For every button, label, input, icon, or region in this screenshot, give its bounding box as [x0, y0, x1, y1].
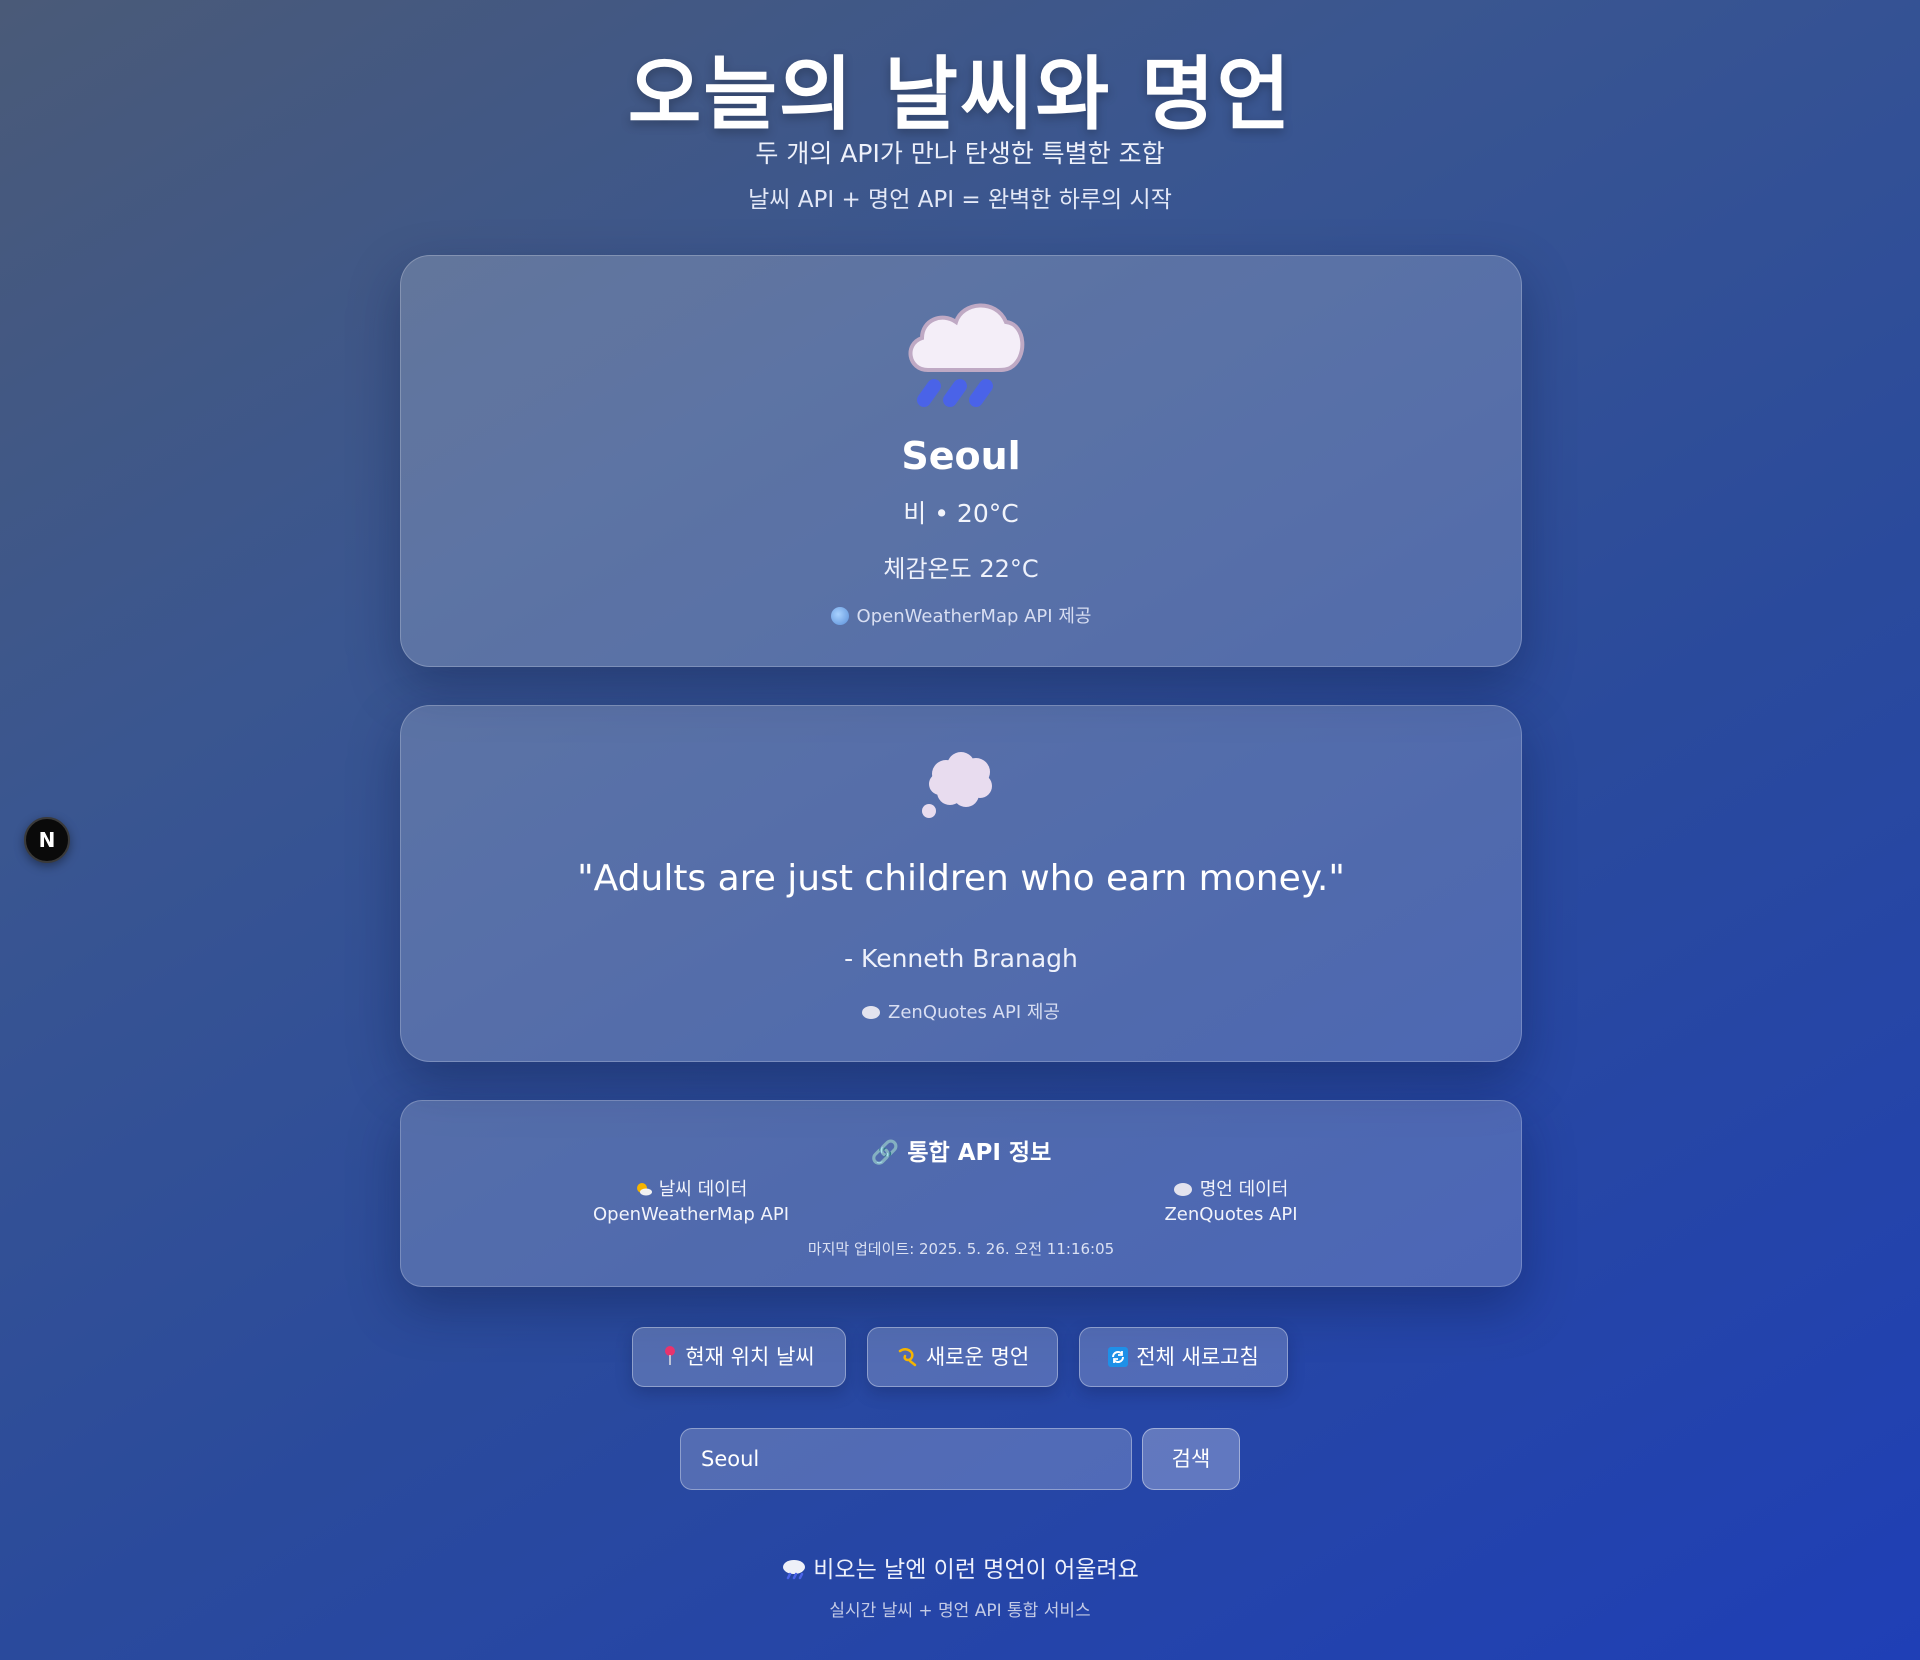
weather-provider-label: OpenWeatherMap API 제공	[856, 606, 1092, 627]
globe-icon	[830, 607, 849, 625]
rain-cloud-icon	[783, 1560, 806, 1580]
city-name: Seoul	[901, 434, 1021, 478]
quote-text: "Adults are just children who earn money…	[577, 858, 1345, 899]
quote-data-info: 명언 데이터 ZenQuotes API	[1081, 1177, 1381, 1227]
n-badge-button[interactable]: N	[24, 817, 70, 863]
weather-data-label: 날씨 데이터	[658, 1179, 748, 1200]
weather-data-heading: 날씨 데이터	[541, 1177, 841, 1202]
api-info-title: 🔗 통합 API 정보	[870, 1140, 1052, 1166]
city-search-input[interactable]	[680, 1428, 1132, 1490]
speech-bubble-icon	[862, 1006, 881, 1019]
quote-data-source: ZenQuotes API	[1164, 1204, 1298, 1225]
last-updated: 마지막 업데이트: 2025. 5. 26. 오전 11:16:05	[807, 1240, 1115, 1258]
weather-provider: OpenWeatherMap API 제공	[401, 602, 1521, 628]
quote-provider-label: ZenQuotes API 제공	[888, 1002, 1060, 1023]
refresh-all-label: 전체 새로고침	[1136, 1345, 1259, 1369]
page: 오늘의 날씨와 명언 두 개의 API가 만나 탄생한 특별한 조합 날씨 AP…	[0, 0, 1920, 1660]
weather-card: Seoul 비 • 20°C 체감온도 22°C OpenWeatherMap …	[400, 255, 1522, 667]
current-location-weather-button[interactable]: 현재 위치 날씨	[632, 1327, 846, 1387]
pin-icon	[665, 1346, 676, 1365]
quote-data-heading: 명언 데이터	[1081, 1177, 1381, 1202]
refresh-all-button[interactable]: 전체 새로고침	[1079, 1327, 1288, 1387]
thought-bubble-icon	[922, 752, 992, 818]
page-title: 오늘의 날씨와 명언	[627, 48, 1293, 141]
weather-data-source: OpenWeatherMap API	[592, 1204, 790, 1225]
search-button[interactable]: 검색	[1142, 1428, 1240, 1490]
feels-like-temperature: 체감온도 22°C	[883, 555, 1039, 583]
quote-provider: ZenQuotes API 제공	[401, 998, 1521, 1024]
dizzy-icon	[898, 1348, 917, 1367]
api-info-card: 🔗 통합 API 정보 날씨 데이터 OpenWeatherMap API 명언…	[400, 1100, 1522, 1287]
refresh-icon	[1108, 1347, 1129, 1367]
speech-bubble-icon	[1173, 1183, 1192, 1196]
page-tagline: 날씨 API + 명언 API = 완벽한 하루의 시작	[748, 187, 1172, 213]
current-location-weather-label: 현재 위치 날씨	[685, 1345, 815, 1369]
footer-message: 비오는 날엔 이런 명언이 어울려요	[0, 1550, 1920, 1584]
page-subtitle: 두 개의 API가 만나 탄생한 특별한 조합	[755, 139, 1165, 168]
rain-cloud-icon	[908, 303, 1025, 407]
weather-condition: 비 • 20°C	[903, 499, 1019, 528]
quote-author: - Kenneth Branagh	[844, 944, 1078, 973]
sun-cloud-icon	[636, 1183, 652, 1196]
quote-card: "Adults are just children who earn money…	[400, 705, 1522, 1062]
footer-message-label: 비오는 날엔 이런 명언이 어울려요	[813, 1557, 1139, 1583]
quote-data-label: 명언 데이터	[1199, 1179, 1289, 1200]
footer-subtext: 실시간 날씨 + 명언 API 통합 서비스	[829, 1601, 1091, 1621]
new-quote-button[interactable]: 새로운 명언	[867, 1327, 1058, 1387]
new-quote-label: 새로운 명언	[925, 1345, 1030, 1369]
weather-data-info: 날씨 데이터 OpenWeatherMap API	[541, 1177, 841, 1227]
